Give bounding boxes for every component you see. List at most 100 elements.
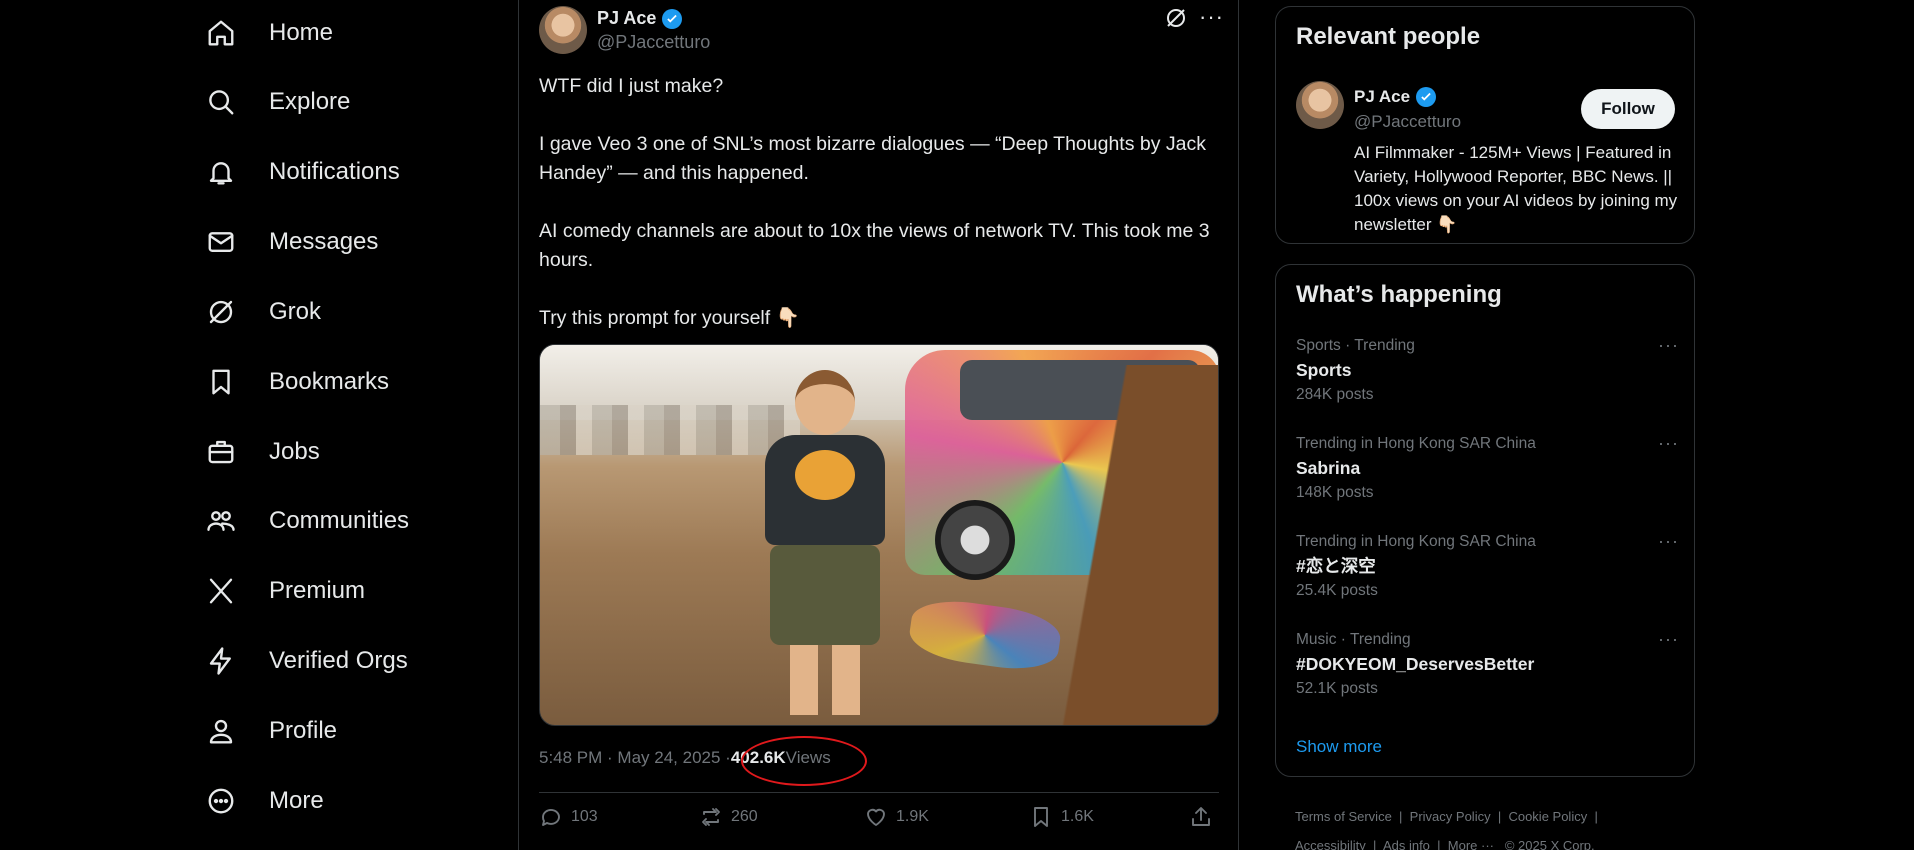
- relevant-person-name-row[interactable]: PJ Ace: [1354, 87, 1437, 107]
- reply-button[interactable]: 103: [539, 805, 598, 829]
- trend-context: Trending in Hong Kong SAR China: [1296, 533, 1536, 550]
- footer-copyright: © 2025 X Corp.: [1504, 838, 1595, 850]
- like-count: 1.9K: [896, 808, 929, 825]
- show-more-link[interactable]: Show more: [1296, 737, 1382, 757]
- nav-item-communities[interactable]: Communities: [205, 496, 409, 546]
- whats-happening-title: What’s happening: [1296, 281, 1502, 308]
- nav-item-notifications[interactable]: Notifications: [205, 147, 400, 197]
- lightning-icon: [205, 645, 237, 677]
- video-scene-boy: [750, 370, 900, 720]
- share-icon: [1192, 807, 1210, 826]
- trend-more-icon[interactable]: ···: [1658, 531, 1679, 552]
- home-icon: [205, 17, 237, 49]
- grok-explain-icon[interactable]: [1164, 6, 1188, 30]
- x-logo-icon: [205, 575, 237, 607]
- heart-icon: [867, 808, 885, 826]
- trend-more-icon[interactable]: ···: [1658, 335, 1679, 356]
- nav-label: Home: [269, 19, 334, 46]
- repost-button[interactable]: 260: [699, 805, 758, 829]
- nav-item-premium[interactable]: Premium: [205, 566, 365, 616]
- post-text: WTF did I just make? I gave Veo 3 one of…: [539, 72, 1219, 362]
- footer-cookie-link[interactable]: Cookie Policy: [1508, 809, 1587, 824]
- post-timestamp[interactable]: 5:48 PM · May 24, 2025 ·: [539, 748, 731, 768]
- envelope-icon: [205, 226, 237, 258]
- post-paragraph: AI comedy channels are about to 10x the …: [539, 220, 1216, 271]
- nav-label: Verified Orgs: [269, 647, 408, 674]
- trend-item[interactable]: Trending in Hong Kong SAR China Sabrina …: [1296, 433, 1676, 505]
- author-name: PJ Ace: [597, 8, 657, 28]
- nav-label: Messages: [269, 228, 379, 255]
- author-avatar[interactable]: [539, 6, 587, 54]
- repost-count: 260: [731, 808, 758, 825]
- nav-label: Profile: [269, 717, 338, 744]
- footer-privacy-link[interactable]: Privacy Policy: [1410, 809, 1491, 824]
- trend-name: Sabrina: [1296, 458, 1361, 478]
- repost-icon: [702, 808, 720, 826]
- more-circle-icon: [205, 785, 237, 817]
- author-handle[interactable]: @PJaccetturo: [597, 32, 710, 53]
- person-icon: [205, 715, 237, 747]
- footer-separator: |: [1399, 809, 1403, 824]
- post-detail: PJ Ace @PJaccetturo ··· WTF did I just m…: [519, 0, 1238, 850]
- nav-label: Grok: [269, 298, 322, 325]
- trend-count: 148K posts: [1296, 484, 1374, 501]
- trend-name: Sports: [1296, 360, 1352, 380]
- trend-item[interactable]: Trending in Hong Kong SAR China #恋と深空 25…: [1296, 531, 1676, 603]
- relevant-people-title: Relevant people: [1296, 23, 1481, 50]
- bookmark-icon: [1034, 807, 1048, 827]
- nav-label: Jobs: [269, 438, 320, 465]
- trend-count: 284K posts: [1296, 386, 1374, 403]
- nav-label: Communities: [269, 507, 410, 534]
- author-name-row[interactable]: PJ Ace: [597, 8, 683, 29]
- grok-icon: [205, 296, 237, 328]
- video-scene-interviewer: [1040, 365, 1218, 725]
- nav-item-profile[interactable]: Profile: [205, 706, 337, 756]
- trend-count: 25.4K posts: [1296, 582, 1378, 599]
- nav-item-explore[interactable]: Explore: [205, 77, 350, 127]
- bookmark-button[interactable]: 1.6K: [1029, 805, 1094, 829]
- views-annotation-circle: [741, 736, 867, 786]
- nav-item-more[interactable]: More: [205, 776, 324, 826]
- nav-label: Notifications: [269, 158, 400, 185]
- nav-item-home[interactable]: Home: [205, 8, 333, 58]
- people-icon: [205, 505, 237, 537]
- verified-badge-icon: [1416, 87, 1437, 107]
- share-button[interactable]: [1189, 805, 1213, 829]
- post-paragraph: WTF did I just make?: [539, 75, 724, 97]
- relevant-people-card: Relevant people PJ Ace @PJaccetturo Foll…: [1275, 6, 1695, 244]
- trend-item[interactable]: Music · Trending #DOKYEOM_DeservesBetter…: [1296, 629, 1676, 701]
- nav-item-jobs[interactable]: Jobs: [205, 427, 320, 477]
- nav-label: More: [269, 787, 324, 814]
- column-divider-right: [1238, 0, 1239, 850]
- relevant-person-avatar[interactable]: [1296, 81, 1344, 129]
- trend-count: 52.1K posts: [1296, 680, 1378, 697]
- nav-item-bookmarks[interactable]: Bookmarks: [205, 357, 389, 407]
- reply-icon: [542, 809, 560, 826]
- nav-item-verified-orgs[interactable]: Verified Orgs: [205, 636, 408, 686]
- footer-accessibility-link[interactable]: Accessibility: [1295, 838, 1366, 850]
- like-button[interactable]: 1.9K: [864, 805, 929, 829]
- footer-separator: |: [1373, 838, 1377, 850]
- nav-item-grok[interactable]: Grok: [205, 287, 321, 337]
- follow-button[interactable]: Follow: [1581, 89, 1675, 129]
- relevant-person-handle[interactable]: @PJaccetturo: [1354, 112, 1461, 132]
- footer-terms-link[interactable]: Terms of Service: [1295, 809, 1392, 824]
- video-scene-wheel: [935, 500, 1015, 580]
- post-paragraph: I gave Veo 3 one of SNL’s most bizarre d…: [539, 133, 1212, 184]
- search-icon: [205, 86, 237, 118]
- footer-more-link[interactable]: More ···: [1448, 838, 1494, 850]
- footer-separator: |: [1497, 809, 1502, 824]
- footer-ads-link[interactable]: Ads info: [1383, 838, 1430, 850]
- trend-more-icon[interactable]: ···: [1658, 433, 1679, 454]
- post-video[interactable]: [539, 344, 1219, 726]
- post-more-icon[interactable]: ···: [1199, 4, 1224, 30]
- bookmark-count: 1.6K: [1061, 808, 1094, 825]
- briefcase-icon: [205, 436, 237, 468]
- verified-badge-icon: [662, 8, 683, 29]
- actions-divider: [539, 792, 1219, 793]
- footer-links: Terms of Service | Privacy Policy | Cook…: [1295, 802, 1695, 850]
- trend-more-icon[interactable]: ···: [1658, 629, 1679, 650]
- trend-context: Sports · Trending: [1296, 337, 1415, 354]
- nav-item-messages[interactable]: Messages: [205, 217, 378, 267]
- trend-item[interactable]: Sports · Trending Sports 284K posts: [1296, 335, 1676, 407]
